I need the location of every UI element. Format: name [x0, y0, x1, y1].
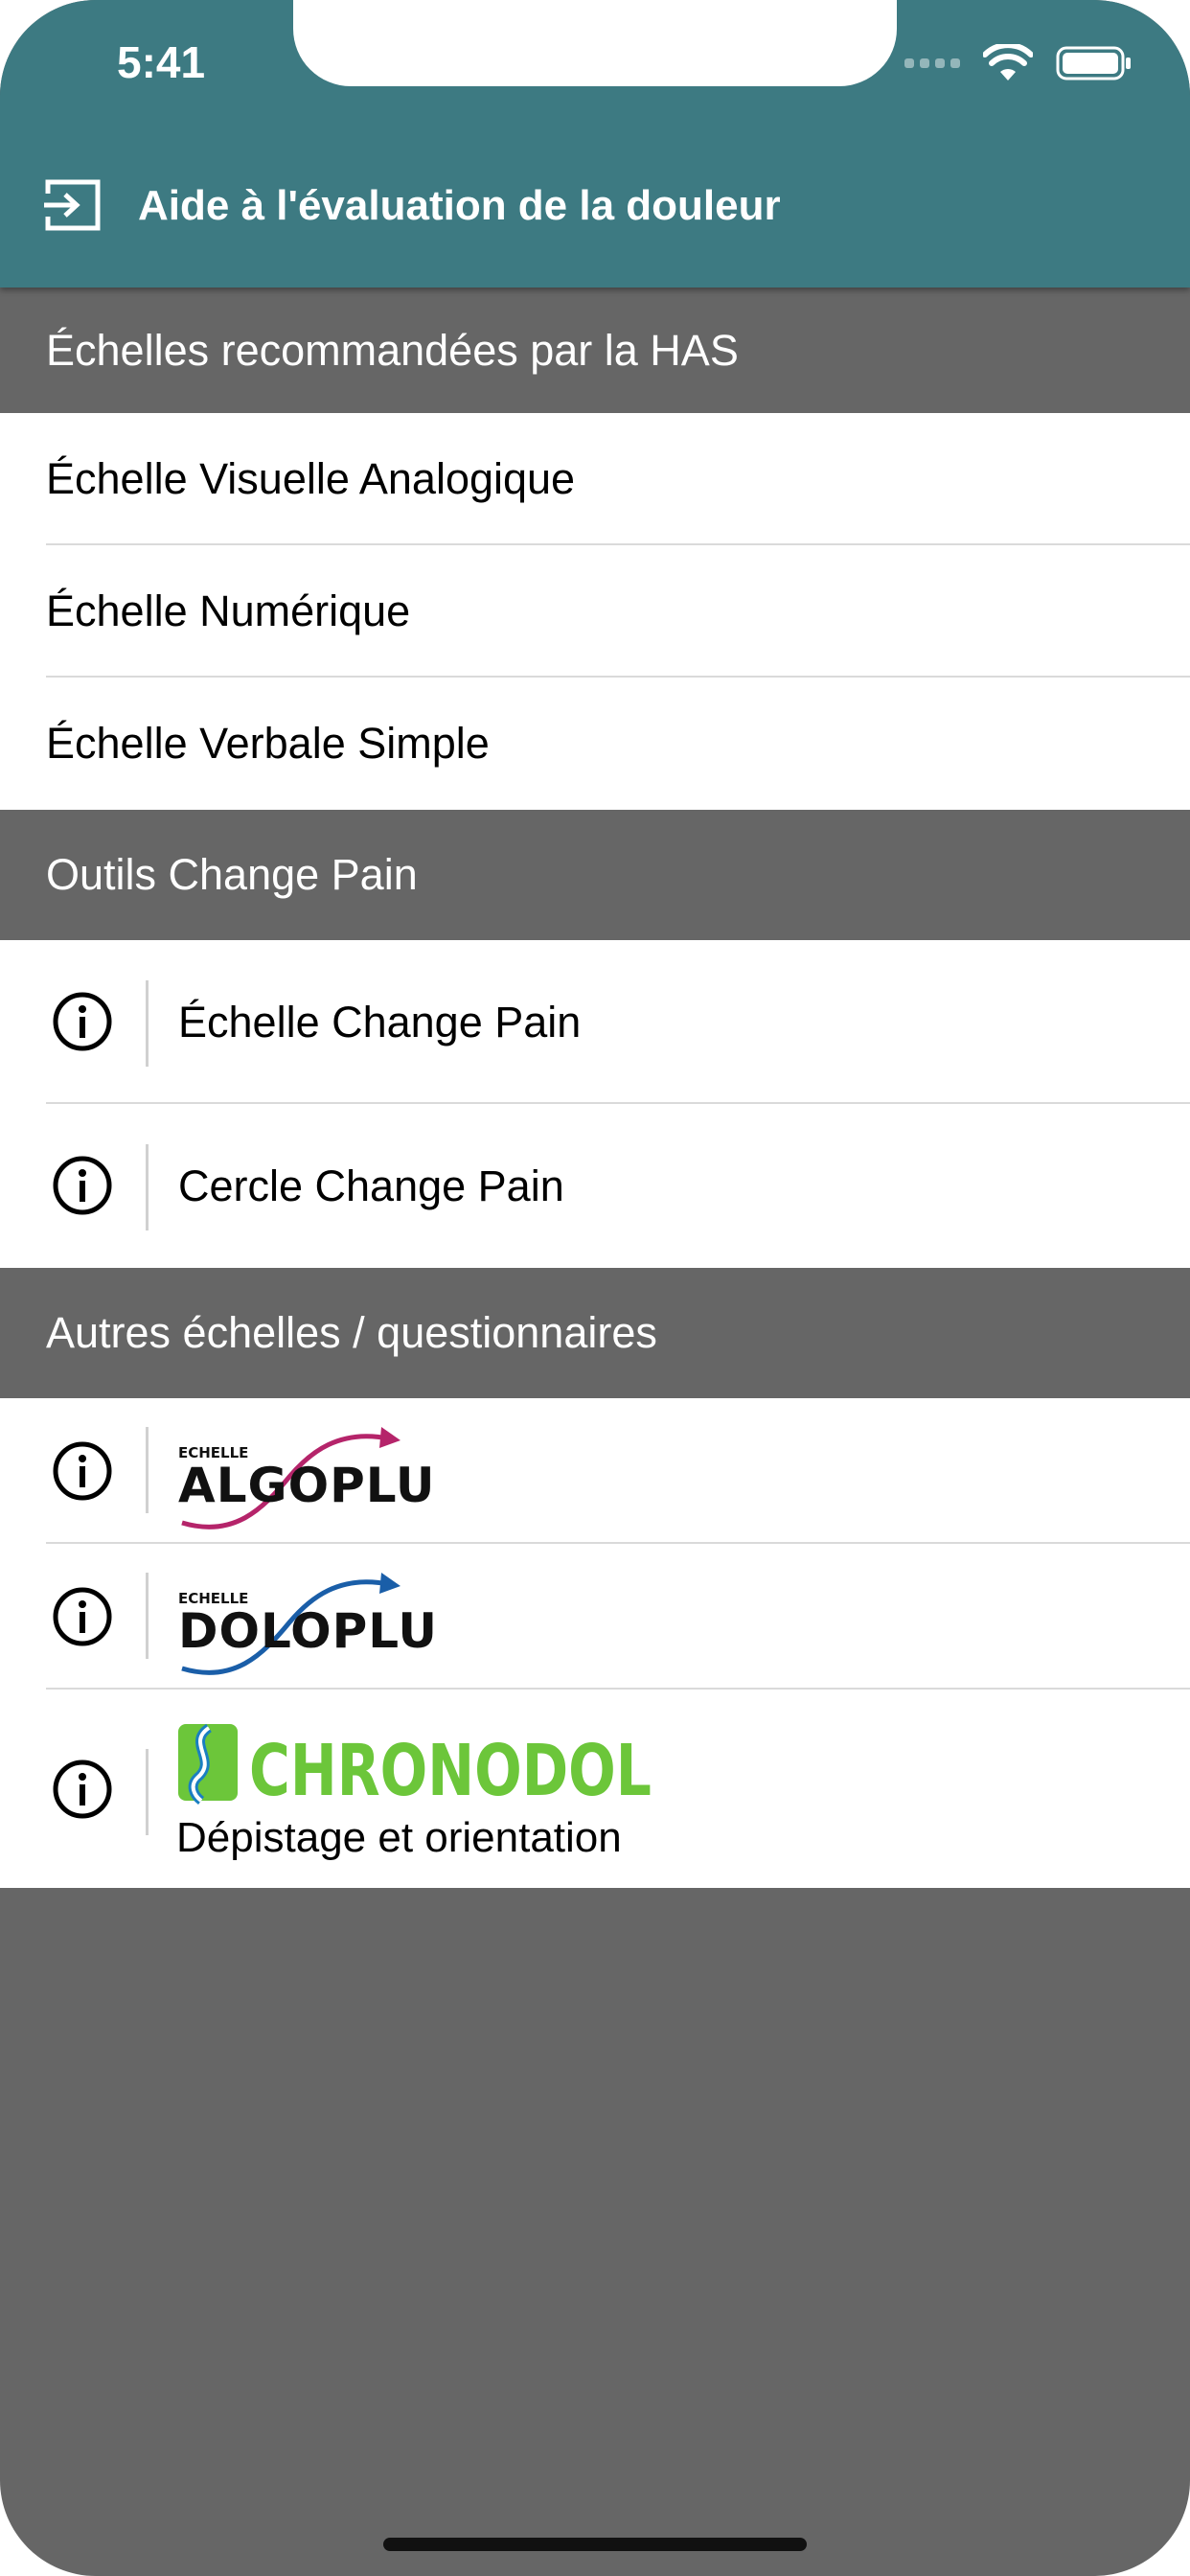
info-icon[interactable]	[52, 1440, 113, 1502]
vertical-divider	[146, 1573, 149, 1659]
exit-icon[interactable]	[42, 176, 103, 234]
info-icon[interactable]	[52, 1155, 113, 1216]
chronodol-logo: CHRONODOL	[178, 1723, 652, 1805]
scale-list: Échelles recommandées par la HAS Échelle…	[0, 288, 1190, 1888]
battery-icon	[1056, 46, 1131, 80]
notch	[293, 0, 897, 86]
info-icon[interactable]	[52, 1759, 113, 1820]
status-time: 5:41	[117, 37, 206, 87]
wifi-icon	[983, 44, 1033, 80]
svg-text:ALGOPLUS: ALGOPLUS	[178, 1458, 435, 1513]
list-item-cercle-change-pain[interactable]: Cercle Change Pain	[0, 1104, 1190, 1268]
page-title: Aide à l'évaluation de la douleur	[138, 182, 781, 229]
section-header-has: Échelles recommandées par la HAS	[0, 288, 1190, 413]
svg-text:DOLOPLUS: DOLOPLUS	[178, 1603, 435, 1659]
list-item-algoplus[interactable]: ECHELLE ALGOPLUS	[0, 1398, 1190, 1544]
svg-text:CHRONODOL: CHRONODOL	[249, 1730, 652, 1805]
section-header-autres: Autres échelles / questionnaires	[0, 1268, 1190, 1398]
info-icon[interactable]	[52, 1586, 113, 1647]
vertical-divider	[146, 1427, 149, 1513]
algoplus-logo: ECHELLE ALGOPLUS	[178, 1427, 435, 1530]
list-item-eva[interactable]: Échelle Visuelle Analogique	[0, 413, 1190, 545]
status-icons	[904, 44, 1133, 82]
list-item-chronodol[interactable]: CHRONODOL Dépistage et orientation	[0, 1690, 1190, 1888]
header: 5:41 Aide à l'évaluation de la douleur	[0, 0, 1190, 288]
section-header-change-pain: Outils Change Pain	[0, 810, 1190, 940]
screen: 5:41 Aide à l'évaluation de la douleur É…	[0, 0, 1190, 2576]
cellular-signal-icon	[904, 58, 960, 68]
nav-bar: Aide à l'évaluation de la douleur	[0, 172, 1190, 240]
vertical-divider	[146, 1749, 149, 1835]
list-item-echelle-change-pain[interactable]: Échelle Change Pain	[0, 940, 1190, 1104]
vertical-divider	[146, 1144, 149, 1230]
info-icon[interactable]	[52, 991, 113, 1052]
vertical-divider	[146, 980, 149, 1067]
list-item-doloplus[interactable]: ECHELLE DOLOPLUS	[0, 1544, 1190, 1690]
home-indicator	[383, 2538, 807, 2551]
doloplus-logo: ECHELLE DOLOPLUS	[178, 1573, 435, 1675]
list-item-evs[interactable]: Échelle Verbale Simple	[0, 678, 1190, 810]
list-item-en[interactable]: Échelle Numérique	[0, 545, 1190, 678]
